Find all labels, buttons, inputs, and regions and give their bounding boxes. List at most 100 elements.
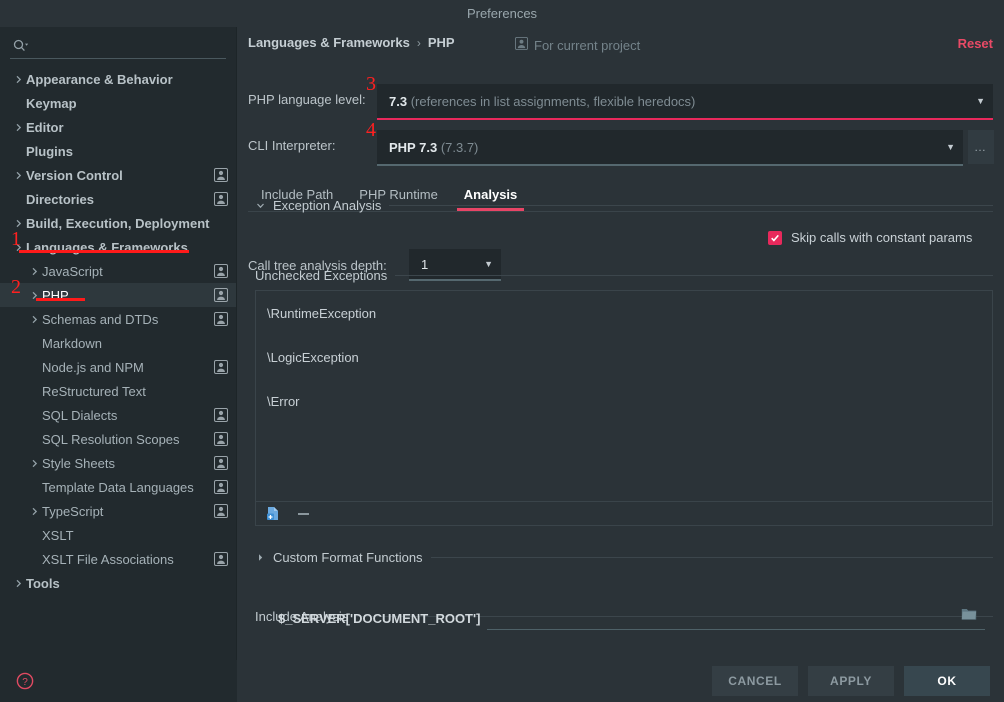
sidebar-item-languages-frameworks[interactable]: Languages & Frameworks — [0, 235, 236, 259]
unchecked-exceptions-toolbar — [255, 502, 993, 526]
chevron-right-icon[interactable] — [28, 505, 40, 517]
sidebar-item-editor[interactable]: Editor — [0, 115, 236, 139]
window-title: Preferences — [466, 6, 538, 21]
project-scope-icon — [214, 264, 228, 278]
sidebar-item-restructured-text[interactable]: ReStructured Text — [0, 379, 236, 403]
sidebar-item-keymap[interactable]: Keymap — [0, 91, 236, 115]
cli-interpreter-value: PHP 7.3 (7.3.7) — [389, 139, 479, 155]
project-scope-icon — [214, 504, 228, 518]
section-rule — [389, 205, 993, 206]
reset-link[interactable]: Reset — [958, 36, 993, 51]
exception-analysis-section-header[interactable]: Exception Analysis — [255, 198, 993, 213]
document-root-field[interactable] — [487, 604, 985, 630]
chevron-right-icon[interactable] — [12, 73, 24, 85]
project-scope-icon — [214, 432, 228, 446]
project-scope-icon — [214, 192, 228, 206]
folder-icon[interactable] — [961, 607, 977, 624]
project-scope-icon — [214, 552, 228, 566]
ok-button[interactable]: OK — [904, 666, 990, 696]
project-scope-icon — [214, 480, 228, 494]
sidebar-item-plugins[interactable]: Plugins — [0, 139, 236, 163]
sidebar-item-label: Version Control — [26, 167, 123, 183]
skip-constant-params-checkbox-row[interactable]: Skip calls with constant params — [768, 230, 972, 245]
section-rule — [395, 275, 993, 276]
breadcrumb-item-0[interactable]: Languages & Frameworks — [248, 35, 410, 50]
sidebar-item-label: Appearance & Behavior — [26, 71, 173, 87]
help-bar: ? — [0, 660, 237, 702]
sidebar-item-template-data-languages[interactable]: Template Data Languages — [0, 475, 236, 499]
cli-interpreter-combo[interactable]: PHP 7.3 (7.3.7) ▼ — [377, 130, 963, 164]
unchecked-exceptions-title: Unchecked Exceptions — [255, 268, 388, 283]
sidebar-item-label: Style Sheets — [42, 455, 115, 471]
breadcrumb-item-1[interactable]: PHP — [428, 35, 455, 50]
php-language-level-combo[interactable]: 7.3 (references in list assignments, fle… — [377, 84, 993, 118]
sidebar-item-label: Build, Execution, Deployment — [26, 215, 210, 231]
list-item[interactable]: \Error — [256, 379, 992, 423]
chevron-right-icon[interactable] — [12, 577, 24, 589]
php-language-level-value: 7.3 (references in list assignments, fle… — [389, 93, 696, 109]
chevron-down-icon[interactable] — [255, 201, 265, 210]
sidebar-item-label: XSLT — [42, 527, 74, 543]
sidebar-item-xslt[interactable]: XSLT — [0, 523, 236, 547]
sidebar-item-style-sheets[interactable]: Style Sheets — [0, 451, 236, 475]
sidebar-item-label: Schemas and DTDs — [42, 311, 159, 327]
cli-interpreter-row: CLI Interpreter: PHP 7.3 (7.3.7) ▼ … — [237, 130, 1004, 166]
search-box[interactable] — [10, 33, 226, 59]
section-rule — [430, 557, 993, 558]
chevron-right-icon[interactable] — [255, 553, 265, 562]
cli-interpreter-browse-button[interactable]: … — [968, 130, 994, 164]
settings-main-panel: Languages & Frameworks › PHP For current… — [237, 27, 1004, 660]
chevron-right-icon[interactable] — [28, 289, 40, 301]
settings-tree: Appearance & Behavior Keymap Editor Plugins… — [0, 67, 236, 595]
sidebar-item-build-execution-deployment[interactable]: Build, Execution, Deployment — [0, 211, 236, 235]
sidebar-item-appearance-behavior[interactable]: Appearance & Behavior — [0, 67, 236, 91]
cancel-button[interactable]: CANCEL — [712, 666, 798, 696]
exception-analysis-title: Exception Analysis — [273, 198, 382, 213]
sidebar-item-typescript[interactable]: TypeScript — [0, 499, 236, 523]
minus-icon[interactable] — [295, 506, 311, 522]
project-scope-icon — [214, 312, 228, 326]
chevron-right-icon[interactable] — [28, 313, 40, 325]
chevron-right-icon[interactable] — [28, 265, 40, 277]
breadcrumb-separator-icon: › — [416, 35, 421, 50]
sidebar-item-xslt-file-associations[interactable]: XSLT File Associations — [0, 547, 236, 571]
sidebar-item-sql-dialects[interactable]: SQL Dialects — [0, 403, 236, 427]
sidebar-item-directories[interactable]: Directories — [0, 187, 236, 211]
sidebar-item-markdown[interactable]: Markdown — [0, 331, 236, 355]
cli-interpreter-underline — [377, 164, 963, 166]
search-input[interactable] — [30, 38, 226, 53]
sidebar-item-label: XSLT File Associations — [42, 551, 174, 567]
sidebar-item-php[interactable]: PHP — [0, 283, 236, 307]
sidebar-item-tools[interactable]: Tools — [0, 571, 236, 595]
chevron-right-icon[interactable] — [28, 457, 40, 469]
unchecked-exceptions-list[interactable]: \RuntimeException \LogicException \Error — [255, 290, 993, 502]
chevron-right-icon[interactable] — [12, 241, 24, 253]
sidebar-item-schemas-and-dtds[interactable]: Schemas and DTDs — [0, 307, 236, 331]
sidebar-item-javascript[interactable]: JavaScript — [0, 259, 236, 283]
php-language-level-underline — [377, 118, 993, 120]
sidebar-item-label: Directories — [26, 191, 94, 207]
checkbox-checked-icon[interactable] — [768, 230, 782, 245]
sidebar-item-version-control[interactable]: Version Control — [0, 163, 236, 187]
sidebar-item-sql-resolution-scopes[interactable]: SQL Resolution Scopes — [0, 427, 236, 451]
sidebar-item-label: Template Data Languages — [42, 479, 194, 495]
help-circle-icon[interactable]: ? — [16, 672, 34, 690]
add-file-icon[interactable] — [265, 506, 281, 522]
project-scope-icon — [214, 168, 228, 182]
chevron-right-icon[interactable] — [12, 121, 24, 133]
chevron-right-icon[interactable] — [12, 169, 24, 181]
chevron-right-icon[interactable] — [12, 217, 24, 229]
custom-format-functions-section-header[interactable]: Custom Format Functions — [255, 550, 993, 565]
sidebar-item-node-js-and-npm[interactable]: Node.js and NPM — [0, 355, 236, 379]
sidebar-item-label: Plugins — [26, 143, 73, 159]
sidebar-item-label: Tools — [26, 575, 60, 591]
list-item[interactable]: \LogicException — [256, 335, 992, 379]
scope-label: For current project — [534, 37, 641, 53]
apply-button[interactable]: APPLY — [808, 666, 894, 696]
list-item[interactable]: \RuntimeException — [256, 291, 992, 335]
